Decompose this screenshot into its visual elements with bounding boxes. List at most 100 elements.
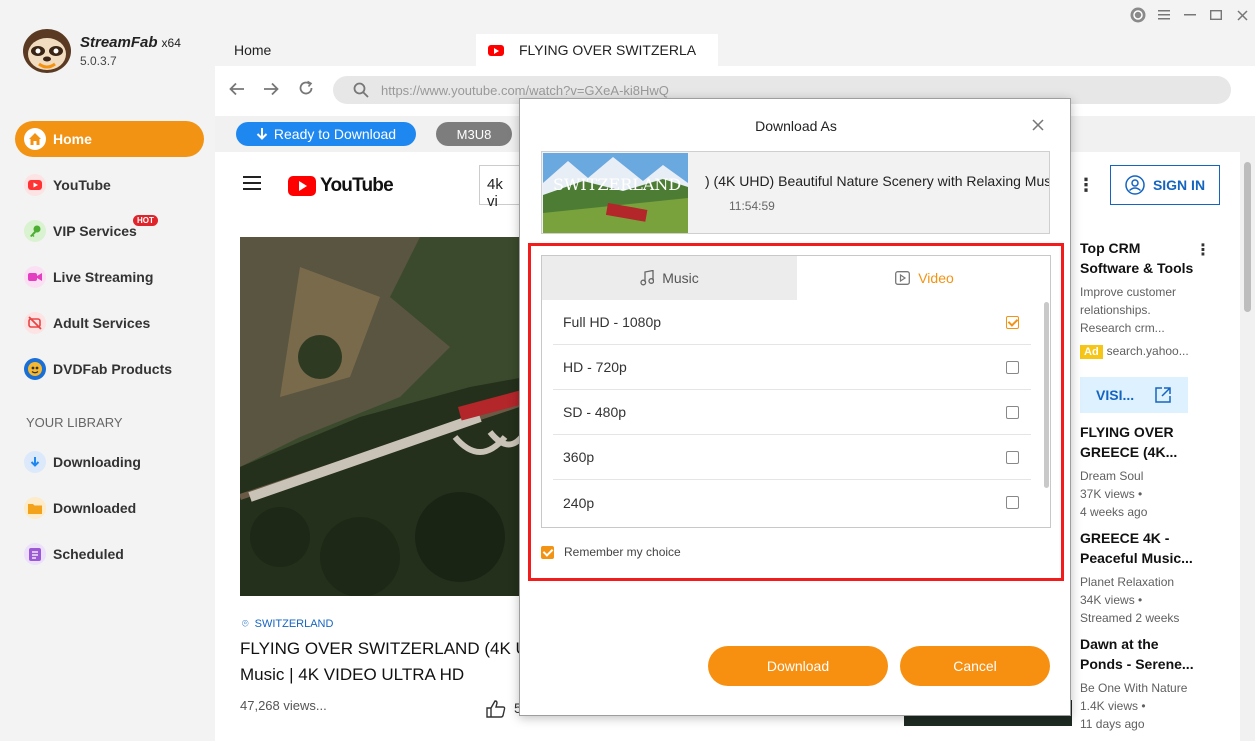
sidebar-item-label: Adult Services <box>53 315 151 331</box>
tab-video[interactable]: Video <box>797 256 1050 300</box>
menu-icon[interactable] <box>1151 5 1177 25</box>
sidebar-item-youtube[interactable]: YouTube <box>15 167 204 203</box>
format-option-480p[interactable]: SD - 480p <box>553 390 1031 435</box>
format-panel: Music Video Full HD - 1080p HD - 720p SD… <box>541 255 1051 528</box>
sign-in-button[interactable]: SIGN IN <box>1110 165 1220 205</box>
related-video-title[interactable]: GREECE 4K - Peaceful Music... <box>1080 528 1193 568</box>
video-player[interactable] <box>240 237 525 596</box>
related-video-title[interactable]: Dawn at the Ponds - Serene... <box>1080 634 1194 674</box>
dvdfab-icon <box>24 358 46 380</box>
ad-source: Ad search.yahoo... <box>1080 344 1189 359</box>
sidebar-item-label: VIP Services <box>53 223 137 239</box>
minimize-icon[interactable] <box>1177 5 1203 25</box>
option-checkbox[interactable] <box>1006 405 1019 419</box>
close-icon[interactable] <box>1229 5 1255 25</box>
format-option-1080p[interactable]: Full HD - 1080p <box>553 300 1031 345</box>
app-version: 5.0.3.7 <box>80 54 117 68</box>
related-video-meta: Be One With Nature 1.4K views • 11 days … <box>1080 681 1188 731</box>
history-icon[interactable] <box>1125 5 1151 25</box>
video-info: SWITZERLAND ) (4K UHD) Beautiful Nature … <box>541 151 1050 234</box>
option-checkbox[interactable] <box>1006 496 1019 509</box>
sidebar-item-adult-services[interactable]: Adult Services <box>15 305 204 341</box>
refresh-icon[interactable] <box>298 80 314 101</box>
music-icon <box>640 270 655 286</box>
sidebar-nav: Home YouTube VIP Services HOT Live Strea… <box>15 121 204 397</box>
tab-flying-over-switzerland[interactable]: FLYING OVER SWITZERLA <box>476 34 718 66</box>
folder-icon <box>24 497 46 519</box>
sidebar-item-dvdfab-products[interactable]: DVDFab Products <box>15 351 204 387</box>
video-views: 47,268 views... <box>240 698 327 713</box>
close-icon[interactable] <box>1032 115 1044 136</box>
thumbnail-text: SWITZERLAND <box>553 175 681 194</box>
like-icon[interactable] <box>486 700 506 718</box>
page-scrollbar[interactable] <box>1240 152 1255 741</box>
sidebar-item-label: YouTube <box>53 177 111 193</box>
sidebar-item-label: Live Streaming <box>53 269 154 285</box>
maximize-icon[interactable] <box>1203 5 1229 25</box>
hamburger-menu-icon[interactable] <box>243 176 261 194</box>
ready-label: Ready to Download <box>273 126 397 142</box>
sidebar-item-label: Scheduled <box>53 546 124 562</box>
option-checkbox[interactable] <box>1006 315 1019 329</box>
remember-choice[interactable]: Remember my choice <box>541 545 681 559</box>
tab-home[interactable]: Home <box>234 42 271 58</box>
sidebar-item-scheduled[interactable]: Scheduled <box>15 536 204 572</box>
ad-more-icon[interactable]: ⋮ <box>1195 240 1211 260</box>
dialog-video-title: ) (4K UHD) Beautiful Nature Scenery with… <box>705 173 1049 189</box>
url-text: https://www.youtube.com/watch?v=GXeA-ki8… <box>381 82 669 98</box>
visit-site-button[interactable]: VISI... <box>1080 377 1188 413</box>
sidebar-item-home[interactable]: Home <box>15 121 204 157</box>
home-icon <box>24 128 46 150</box>
external-link-icon <box>1155 387 1171 403</box>
sidebar-item-label: DVDFab Products <box>53 361 173 377</box>
streamfab-logo <box>23 29 71 73</box>
video-icon <box>895 271 911 285</box>
option-checkbox[interactable] <box>1006 450 1019 464</box>
sidebar-item-label: Home <box>53 131 92 147</box>
format-tabs: Music Video <box>542 256 1050 300</box>
cancel-button[interactable]: Cancel <box>900 646 1050 686</box>
related-video-title[interactable]: FLYING OVER GREECE (4K... <box>1080 422 1177 462</box>
video-title: FLYING OVER SWITZERLAND (4K U Music | 4K… <box>240 639 525 684</box>
youtube-search-input[interactable]: 4k vi <box>479 165 524 210</box>
ready-to-download-button[interactable]: Ready to Download <box>236 122 416 146</box>
options-scrollbar[interactable] <box>1044 302 1049 488</box>
m3u8-button[interactable]: M3U8 <box>436 122 512 146</box>
option-checkbox[interactable] <box>1006 360 1019 374</box>
remember-checkbox[interactable] <box>541 545 554 559</box>
tab-label: FLYING OVER SWITZERLA <box>519 42 697 58</box>
related-video-meta: Planet Relaxation 34K views • Streamed 2… <box>1080 575 1180 625</box>
youtube-icon <box>24 174 46 196</box>
ad-description: Improve customer relationships. Research… <box>1080 285 1177 335</box>
sidebar-item-label: Downloading <box>53 454 141 470</box>
sidebar-item-downloading[interactable]: Downloading <box>15 444 204 480</box>
sidebar-item-downloaded[interactable]: Downloaded <box>15 490 204 526</box>
youtube-logo[interactable]: YouTube <box>288 175 394 197</box>
format-option-240p[interactable]: 240p <box>553 480 1031 525</box>
sidebar-item-label: Downloaded <box>53 500 137 516</box>
back-icon[interactable] <box>229 80 245 101</box>
sidebar-item-vip-services[interactable]: VIP Services HOT <box>15 213 204 249</box>
forward-icon[interactable] <box>263 80 279 101</box>
download-arrow-icon <box>256 127 268 140</box>
location-tag[interactable]: ⌾ SWITZERLAND <box>242 618 333 631</box>
dialog-title: Download As <box>755 118 837 134</box>
ad-badge: Ad <box>1080 345 1103 359</box>
window-controls <box>1125 5 1255 25</box>
format-option-360p[interactable]: 360p <box>553 435 1031 480</box>
format-option-720p[interactable]: HD - 720p <box>553 345 1031 390</box>
hot-badge: HOT <box>133 215 158 226</box>
youtube-icon <box>488 44 504 56</box>
sidebar-item-live-streaming[interactable]: Live Streaming <box>15 259 204 295</box>
key-icon <box>24 220 46 242</box>
more-options-icon[interactable]: ⋮ <box>1077 175 1095 196</box>
youtube-icon <box>288 176 316 196</box>
related-video-meta: Dream Soul 37K views • 4 weeks ago <box>1080 469 1148 519</box>
tab-music[interactable]: Music <box>542 256 797 300</box>
account-icon <box>1125 175 1145 195</box>
ad-title[interactable]: Top CRM Software & Tools <box>1080 238 1193 278</box>
location-pin-icon: ⌾ <box>242 618 249 630</box>
video-thumbnail: SWITZERLAND <box>543 153 688 233</box>
download-button[interactable]: Download <box>708 646 888 686</box>
brand-name: StreamFab x64 <box>80 34 181 51</box>
